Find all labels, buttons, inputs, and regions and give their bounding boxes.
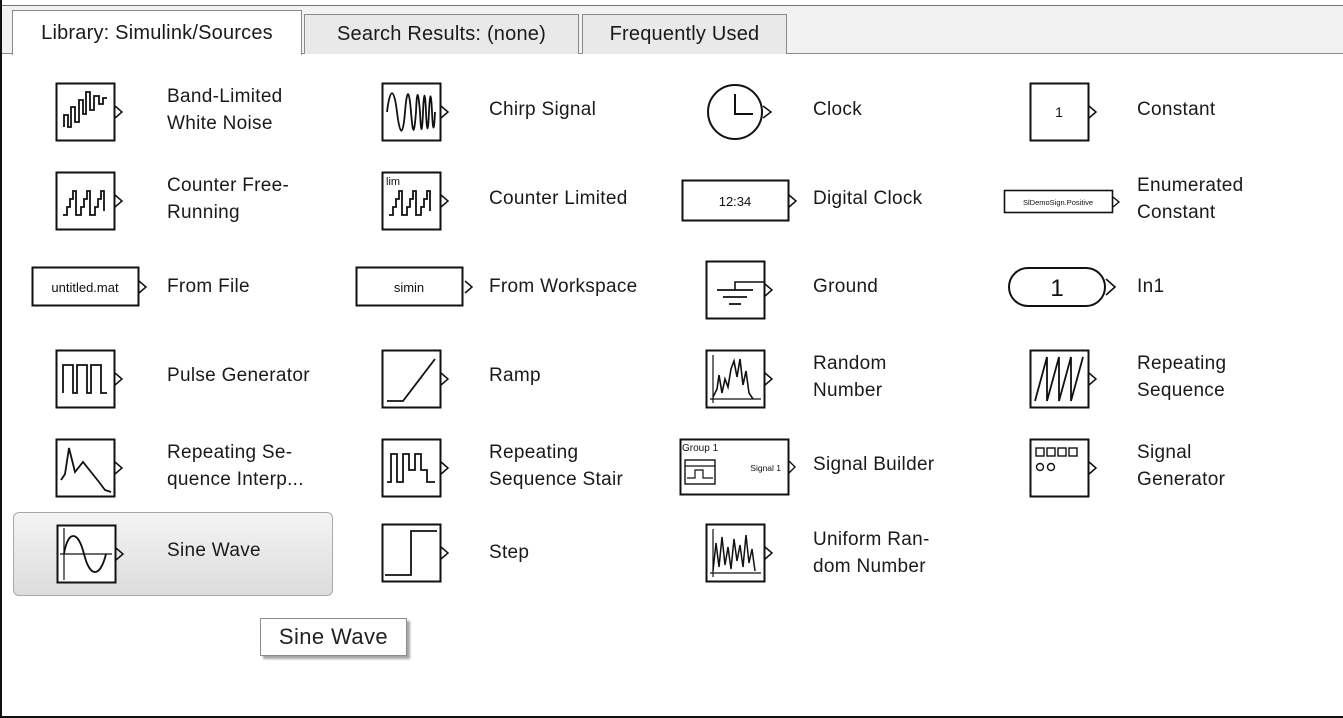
repeating-sequence-icon [1029,349,1098,409]
block-random-number[interactable]: Random Number [673,345,993,429]
icon-text-secondary: Signal 1 [750,463,781,473]
block-repeating-sequence-stair[interactable]: Repeating Sequence Stair [349,434,669,518]
tab-frequently-used[interactable]: Frequently Used [582,14,787,54]
from-file-icon: untitled.mat [31,266,148,307]
chirp-signal-icon [381,82,450,142]
block-label: Signal Builder [813,454,935,475]
block-label: Digital Clock [813,188,923,209]
block-counter-limited[interactable]: lim Counter Limited [349,167,669,251]
library-browser-panel: Library: Simulink/Sources Search Results… [0,0,1343,718]
block-label: Repeating Se- quence Interp... [167,442,304,490]
block-label: Uniform Ran- dom Number [813,529,930,577]
block-constant[interactable]: 1 Constant [997,78,1317,162]
block-label: From Workspace [489,276,638,297]
block-label: Repeating Sequence Stair [489,442,624,490]
block-label: Constant [1137,99,1216,120]
counter-free-running-icon [55,171,124,231]
block-label: Random Number [813,353,887,401]
block-label: Ramp [489,365,541,386]
ramp-icon [381,349,450,409]
icon-text: 1 [1050,275,1063,302]
constant-icon: 1 [1029,82,1098,142]
block-band-limited-white-noise[interactable]: Band-Limited White Noise [25,78,345,162]
block-label: Clock [813,99,863,120]
icon-text: lim [386,176,400,188]
block-label: Ground [813,276,879,297]
clock-icon [707,84,773,140]
from-workspace-icon: simin [355,266,474,307]
block-enumerated-constant[interactable]: SlDemoSign.Positive Enumerated Constant [997,167,1317,251]
tooltip: Sine Wave [260,618,407,656]
block-clock[interactable]: Clock [673,78,993,162]
block-label: Pulse Generator [167,365,310,386]
block-sine-wave[interactable]: Sine Wave [13,512,333,596]
block-label: Counter Limited [489,188,628,209]
icon-text: 12:34 [719,194,752,209]
icon-text: Group 1 [682,443,719,454]
ground-icon [705,260,774,320]
block-counter-free-running[interactable]: Counter Free- Running [25,167,345,251]
sine-wave-icon [56,524,125,584]
block-repeating-sequence[interactable]: Repeating Sequence [997,345,1317,429]
icon-text: simin [394,280,424,295]
block-chirp-signal[interactable]: Chirp Signal [349,78,669,162]
repeating-sequence-interp-icon [55,438,124,498]
tab-bar: Library: Simulink/Sources Search Results… [2,6,1343,55]
block-signal-generator[interactable]: Signal Generator [997,434,1317,518]
counter-limited-icon: lim [381,171,450,231]
block-pulse-generator[interactable]: Pulse Generator [25,345,345,429]
block-in1[interactable]: 1 In1 [997,256,1317,340]
repeating-sequence-stair-icon [381,438,450,498]
signal-generator-icon [1029,438,1098,498]
block-label: Enumerated Constant [1137,175,1244,223]
block-signal-builder[interactable]: Group 1 Signal 1 Signal Builder [673,434,993,518]
block-step[interactable]: Step [349,523,669,607]
icon-text: untitled.mat [51,280,119,295]
tab-search-results[interactable]: Search Results: (none) [304,14,579,54]
random-number-icon [705,349,774,409]
block-label: In1 [1137,276,1165,297]
block-ground[interactable]: Ground [673,256,993,340]
block-from-file[interactable]: untitled.mat From File [25,256,345,340]
uniform-random-number-icon [705,523,774,583]
enumerated-constant-icon: SlDemoSign.Positive [1003,189,1121,214]
signal-builder-icon: Group 1 Signal 1 [679,438,796,496]
block-label: Signal Generator [1137,442,1226,490]
band-limited-white-noise-icon [55,82,124,142]
digital-clock-icon: 12:34 [681,179,798,222]
icon-text: 1 [1055,104,1063,120]
icon-text: SlDemoSign.Positive [1023,198,1093,207]
block-label: Step [489,542,530,563]
block-label: Band-Limited White Noise [167,86,283,134]
block-label: Repeating Sequence [1137,353,1227,401]
block-label: Chirp Signal [489,99,597,120]
step-icon [381,523,450,583]
block-repeating-sequence-interp[interactable]: Repeating Se- quence Interp... [25,434,345,518]
block-label: Sine Wave [167,540,261,561]
block-label: From File [167,276,250,297]
block-digital-clock[interactable]: 12:34 Digital Clock [673,167,993,251]
block-from-workspace[interactable]: simin From Workspace [349,256,669,340]
block-label: Counter Free- Running [167,175,290,223]
in1-port-icon: 1 [1008,267,1117,307]
block-uniform-random-number[interactable]: Uniform Ran- dom Number [673,523,993,607]
block-grid: Band-Limited White Noise Chirp Signal Cl… [4,54,1343,716]
block-ramp[interactable]: Ramp [349,345,669,429]
tab-library-sources[interactable]: Library: Simulink/Sources [12,10,302,55]
pulse-generator-icon [55,349,124,409]
